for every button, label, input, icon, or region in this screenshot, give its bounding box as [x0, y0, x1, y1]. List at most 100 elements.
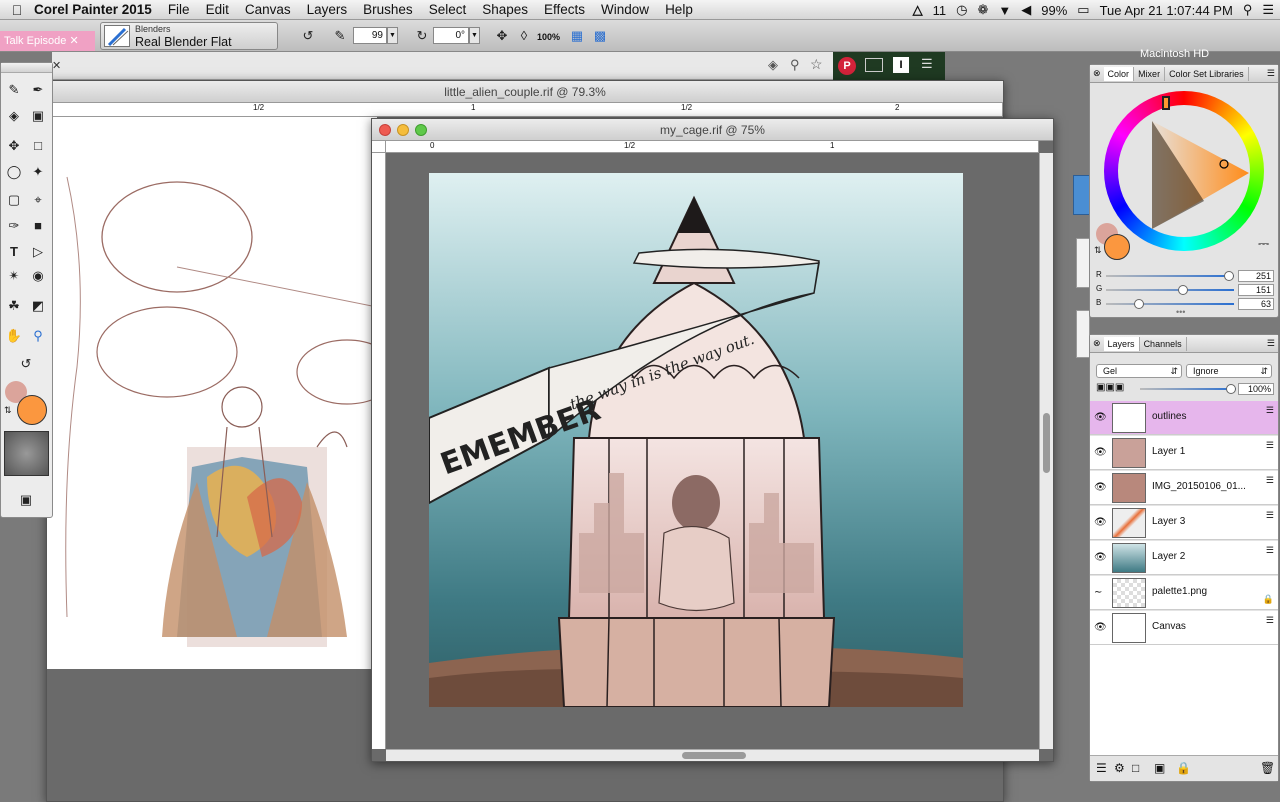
star-icon[interactable]: ☆ [810, 56, 823, 73]
brush-selector[interactable]: Blenders Real Blender Flat [100, 22, 278, 50]
layer-row-layer-2[interactable]: 👁 Layer 2 ☰ [1090, 541, 1278, 575]
notification-icon[interactable]: ☰ [1262, 2, 1274, 18]
window-minimize-button[interactable] [397, 124, 409, 136]
brush-tool-icon[interactable]: ✎ [3, 79, 25, 101]
ruler-origin[interactable] [372, 141, 386, 153]
close-icon[interactable]: ✕ [69, 35, 78, 47]
layer-row-img[interactable]: 👁 IMG_20150106_01... ☰ [1090, 471, 1278, 505]
app-name-menu[interactable]: Corel Painter 2015 [34, 2, 152, 17]
screen-mode-icon[interactable]: ▣ [15, 489, 37, 511]
adobe-icon[interactable]: △ [913, 2, 923, 18]
layer-attributes-icons[interactable]: ▣▣▣ [1096, 382, 1124, 393]
menu-select[interactable]: Select [429, 2, 467, 17]
shape-selection-icon[interactable]: ▷ [27, 241, 49, 263]
b-slider[interactable] [1106, 297, 1234, 311]
size-field[interactable]: 99 [353, 27, 387, 44]
pattern-icon[interactable]: ▦ [567, 26, 587, 46]
pinterest-icon[interactable]: P [838, 57, 856, 75]
panel-close-icon[interactable]: ⊗ [1090, 68, 1104, 79]
apple-icon[interactable]:  [0, 2, 34, 18]
horizontal-scrollbar[interactable] [386, 749, 1039, 761]
battery-icon[interactable]: ▭ [1077, 2, 1089, 18]
lock-icon[interactable]: 🔒 [1263, 594, 1274, 605]
close-icon[interactable]: ✕ [52, 59, 61, 72]
panel-menu-icon[interactable]: ☰ [1267, 338, 1278, 349]
grabber-hand-icon[interactable]: ✋ [3, 325, 25, 347]
pen-tool-icon[interactable]: ✑ [3, 215, 25, 237]
layer-row-palette[interactable]: ∼ palette1.png 🔒 [1090, 576, 1278, 610]
move-icon[interactable]: ✥ [492, 26, 512, 46]
composite-depth-select[interactable]: Ignore ⇵ [1186, 364, 1272, 378]
text-tool-icon[interactable]: T [3, 241, 25, 263]
new-layer-icon[interactable]: □ [1132, 761, 1139, 775]
layer-row-outlines[interactable]: 👁 outlines ☰ [1090, 401, 1278, 435]
search-icon[interactable]: ⚲ [790, 57, 800, 73]
horizontal-scroll-thumb[interactable] [682, 752, 746, 759]
document-window-front[interactable]: my_cage.rif @ 75% 0 1/2 1 EMEMBER the wa… [371, 118, 1054, 762]
layer-commands-icon[interactable]: ☰ [1096, 761, 1107, 775]
mirror-icon[interactable]: ◩ [27, 295, 49, 317]
visibility-eye-icon[interactable]: 👁 [1094, 412, 1108, 423]
menu-edit[interactable]: Edit [206, 2, 229, 17]
panel-resize-grip[interactable]: ••• [1176, 307, 1185, 317]
canvas-back[interactable] [47, 117, 398, 669]
angle-icon[interactable]: ↻ [412, 26, 432, 46]
panel-close-icon[interactable]: ⊗ [1090, 338, 1104, 349]
layer-adjuster-icon[interactable]: ✥ [3, 135, 25, 157]
g-slider[interactable] [1106, 283, 1234, 297]
tab-color-set-libraries[interactable]: Color Set Libraries [1165, 66, 1249, 81]
dropper-tool-icon[interactable]: ✒ [27, 79, 49, 101]
cloner-icon[interactable]: ✴ [3, 265, 25, 287]
pattern-alt-icon[interactable]: ▩ [590, 26, 610, 46]
fit-icon[interactable]: ◊ [514, 26, 534, 46]
desktop-document-icon[interactable] [1076, 310, 1090, 358]
layer-row-canvas[interactable]: 👁 Canvas ☰ [1090, 611, 1278, 645]
visibility-eye-icon[interactable]: 👁 [1094, 552, 1108, 563]
b-value[interactable]: 63 [1238, 298, 1274, 310]
canvas-front[interactable]: EMEMBER the way in is the way out. [429, 173, 963, 707]
rectangle-shape-icon[interactable]: ■ [27, 215, 49, 237]
desktop-document-icon[interactable] [1076, 238, 1090, 288]
color-wheel[interactable] [1104, 91, 1264, 251]
magic-wand-icon[interactable]: ✦ [27, 161, 49, 183]
bluetooth-icon[interactable]: ❁ [977, 2, 988, 18]
menu-canvas[interactable]: Canvas [245, 2, 291, 17]
layer-row-layer-1[interactable]: 👁 Layer 1 ☰ [1090, 436, 1278, 470]
dodge-icon[interactable]: ☘ [3, 295, 25, 317]
bookmark-icon[interactable]: ◈ [768, 57, 778, 73]
visibility-eye-icon[interactable]: 👁 [1094, 622, 1108, 633]
menu-help[interactable]: Help [665, 2, 693, 17]
crop-icon[interactable]: ⌖ [27, 189, 49, 211]
main-color-swatch[interactable] [1104, 234, 1130, 260]
rubber-stamp-icon[interactable]: ◉ [27, 265, 49, 287]
lasso-icon[interactable]: ◯ [3, 161, 25, 183]
visibility-eye-icon[interactable]: 👁 [1094, 517, 1108, 528]
tab-channels[interactable]: Channels [1140, 336, 1187, 351]
menu-shapes[interactable]: Shapes [482, 2, 528, 17]
menu-icon[interactable]: ☰ [921, 56, 933, 72]
desktop-drive-label[interactable]: Macintosh HD [1040, 44, 1280, 64]
spotlight-icon[interactable]: ⚲ [1243, 2, 1253, 18]
brush-size-icon[interactable]: ✎ [330, 26, 350, 46]
eraser-tool-icon[interactable]: ▣ [27, 105, 49, 127]
clock[interactable]: Tue Apr 21 1:07:44 PM [1100, 3, 1233, 18]
actual-size-button[interactable]: 100% [537, 32, 560, 42]
visibility-eye-icon[interactable]: 👁 [1094, 447, 1108, 458]
reset-tool-icon[interactable]: ↺ [298, 26, 318, 46]
transform-icon[interactable]: ▢ [3, 189, 25, 211]
toolbox-title-bar[interactable] [1, 63, 52, 73]
vertical-scrollbar[interactable] [1039, 153, 1053, 749]
rotate-page-icon[interactable]: ↺ [15, 353, 37, 375]
desktop-file-icon[interactable] [1073, 175, 1090, 215]
layer-row-layer-3[interactable]: 👁 Layer 3 ☰ [1090, 506, 1278, 540]
menu-window[interactable]: Window [601, 2, 649, 17]
tab-mixer[interactable]: Mixer [1134, 66, 1166, 81]
opacity-slider[interactable] [1140, 383, 1236, 395]
menu-layers[interactable]: Layers [307, 2, 348, 17]
visibility-eye-icon[interactable]: ∼ [1094, 587, 1108, 598]
time-machine-icon[interactable]: ◷ [956, 2, 967, 18]
opacity-value[interactable]: 100% [1238, 383, 1274, 395]
menu-effects[interactable]: Effects [544, 2, 585, 17]
lock-layer-icon[interactable]: 🔒 [1176, 761, 1191, 775]
vertical-scroll-thumb[interactable] [1043, 413, 1050, 473]
